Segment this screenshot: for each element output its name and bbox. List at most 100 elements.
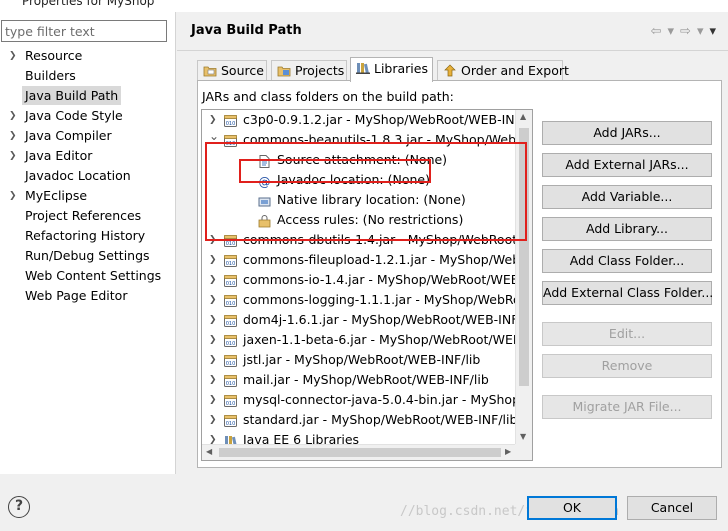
scrollbar-corner — [515, 444, 532, 460]
back-menu-chevron-down-icon[interactable]: ▾ — [668, 24, 681, 39]
tree-item-label: Access rules: (No restrictions) — [277, 212, 464, 227]
nav-item-web-content-settings[interactable]: Web Content Settings — [0, 266, 176, 286]
jar-icon: 010 — [224, 274, 237, 287]
chevron-right-icon[interactable]: ❯ — [209, 310, 217, 330]
jar-icon: 010 — [224, 134, 237, 147]
window-title: Properties for MyShop — [22, 0, 155, 8]
chevron-right-icon[interactable]: ❯ — [209, 250, 217, 270]
tree-item-label: commons-logging-1.1.1.jar - MyShop/WebRo… — [243, 292, 529, 307]
tree-item-label: Source attachment: (None) — [277, 152, 448, 167]
nav-item-builders[interactable]: Builders — [0, 66, 176, 86]
add-library-button[interactable]: Add Library... — [542, 217, 712, 241]
window-titlebar: Properties for MyShop — [0, 0, 728, 12]
ok-button[interactable]: OK — [527, 496, 617, 520]
tree-item-label: commons-io-1.4.jar - MyShop/WebRoot/WEB-… — [243, 272, 528, 287]
jar-icon: 010 — [224, 354, 237, 367]
libraries-tree[interactable]: ❯ 010 c3p0-0.9.1.2.jar - MyShop/WebRoot/WE… — [201, 109, 533, 461]
libraries-panel: JARs and class folders on the build path… — [197, 80, 722, 468]
javadoc-icon: @ — [258, 174, 271, 189]
tree-item-label: jaxen-1.1-beta-6.jar - MyShop/WebRoot/WE… — [243, 332, 530, 347]
forward-menu-chevron-down-icon[interactable]: ▾ — [697, 24, 710, 39]
chevron-right-icon[interactable]: ❯ — [209, 290, 217, 310]
tree-item-label: standard.jar - MyShop/WebRoot/WEB-INF/li… — [243, 412, 518, 427]
history-navigation: ⇦▾⇨▾▾ — [651, 24, 722, 39]
chevron-right-icon[interactable]: ❯ — [9, 146, 19, 166]
scroll-down-icon[interactable]: ▼ — [520, 432, 526, 441]
chevron-right-icon[interactable]: ❯ — [9, 106, 19, 126]
chevron-right-icon[interactable]: ❯ — [209, 350, 217, 370]
nav-item-java-code-style[interactable]: ❯ Java Code Style — [0, 106, 176, 126]
svg-text:010: 010 — [226, 301, 236, 307]
nav-item-resource[interactable]: ❯ Resource — [0, 46, 176, 66]
svg-text:010: 010 — [226, 381, 236, 387]
tab-libraries[interactable]: Libraries — [350, 57, 433, 82]
scroll-up-icon[interactable]: ▲ — [520, 112, 526, 121]
svg-text:010: 010 — [226, 121, 236, 127]
horizontal-scrollbar[interactable]: ◀ ▶ — [202, 444, 517, 460]
access-rules-icon — [258, 214, 271, 228]
tree-item-label: commons-fileupload-1.2.1.jar - MyShop/We… — [243, 252, 529, 267]
projects-icon — [277, 66, 291, 77]
help-icon[interactable]: ? — [8, 496, 30, 518]
view-menu-chevron-down-icon[interactable]: ▾ — [709, 24, 722, 39]
tree-item-label: dom4j-1.6.1.jar - MyShop/WebRoot/WEB-INF… — [243, 312, 527, 327]
filter-input[interactable] — [2, 21, 166, 41]
vertical-scrollbar[interactable]: ▲ ▼ — [515, 110, 532, 446]
svg-text:010: 010 — [226, 241, 236, 247]
nav-item-project-references[interactable]: Project References — [0, 206, 176, 226]
dialog-button-bar: ? //blog.csdn.net/fendaiwaixin OK Cancel — [0, 474, 728, 531]
tab-projects[interactable]: Projects — [271, 60, 347, 81]
nav-item-javadoc-location[interactable]: Javadoc Location — [0, 166, 176, 186]
add-external-jars-button[interactable]: Add External JARs... — [542, 153, 712, 177]
chevron-right-icon[interactable]: ❯ — [209, 370, 217, 390]
chevron-right-icon[interactable]: ❯ — [209, 330, 217, 350]
cancel-button[interactable]: Cancel — [627, 496, 717, 520]
libraries-icon — [356, 63, 370, 74]
properties-page: Java Build Path ⇦▾⇨▾▾ Source Projects Li… — [177, 12, 728, 474]
nav-item-run-debug-settings[interactable]: Run/Debug Settings — [0, 246, 176, 266]
nav-item-myeclipse[interactable]: ❯ MyEclipse — [0, 186, 176, 206]
add-variable-button[interactable]: Add Variable... — [542, 185, 712, 209]
svg-text:010: 010 — [226, 401, 236, 407]
migrate-jar-file-button[interactable]: Migrate JAR File... — [542, 395, 712, 419]
filter-box[interactable] — [1, 20, 167, 42]
chevron-right-icon[interactable]: ❯ — [9, 46, 19, 66]
jar-icon: 010 — [224, 294, 237, 307]
jar-icon: 010 — [224, 374, 237, 387]
remove-button[interactable]: Remove — [542, 354, 712, 378]
nav-item-java-build-path[interactable]: Java Build Path — [0, 86, 176, 106]
chevron-right-icon[interactable]: ❯ — [209, 230, 217, 250]
navigation-tree: ❯ Resource Builders Java Build Path ❯ Java… — [0, 46, 176, 306]
jar-icon: 010 — [224, 234, 237, 247]
tab-order-and-export[interactable]: Order and Export — [437, 60, 569, 81]
forward-arrow-icon[interactable]: ⇨ — [680, 24, 697, 39]
chevron-right-icon[interactable]: ❯ — [209, 390, 217, 410]
native-library-icon — [258, 194, 271, 207]
chevron-right-icon[interactable]: ❯ — [209, 270, 217, 290]
jar-icon: 010 — [224, 254, 237, 267]
source-folder-icon — [203, 66, 217, 77]
order-export-icon — [444, 64, 456, 77]
chevron-right-icon[interactable]: ❯ — [9, 126, 19, 146]
tree-item-label: mail.jar - MyShop/WebRoot/WEB-INF/lib — [243, 372, 489, 387]
chevron-down-icon[interactable]: ⌄ — [209, 126, 219, 146]
nav-item-web-page-editor[interactable]: Web Page Editor — [0, 286, 176, 306]
scroll-left-icon[interactable]: ◀ — [206, 447, 212, 456]
edit-button[interactable]: Edit... — [542, 322, 712, 346]
tree-item-label: mysql-connector-java-5.0.4-bin.jar - MyS… — [243, 392, 533, 407]
scroll-right-icon[interactable]: ▶ — [505, 447, 511, 456]
add-class-folder-button[interactable]: Add Class Folder... — [542, 249, 712, 273]
tab-source[interactable]: Source — [197, 60, 267, 81]
nav-item-java-compiler[interactable]: ❯ Java Compiler — [0, 126, 176, 146]
horizontal-scroll-thumb[interactable] — [219, 448, 501, 457]
back-arrow-icon[interactable]: ⇦ — [651, 24, 668, 39]
svg-text:010: 010 — [226, 141, 236, 147]
page-title: Java Build Path — [191, 23, 302, 38]
add-jars-button[interactable]: Add JARs... — [542, 121, 712, 145]
vertical-scroll-thumb[interactable] — [519, 128, 529, 386]
nav-item-java-editor[interactable]: ❯ Java Editor — [0, 146, 176, 166]
chevron-right-icon[interactable]: ❯ — [9, 186, 19, 206]
nav-item-refactoring-history[interactable]: Refactoring History — [0, 226, 176, 246]
add-external-class-folder-button[interactable]: Add External Class Folder... — [542, 281, 713, 305]
chevron-right-icon[interactable]: ❯ — [209, 410, 217, 430]
